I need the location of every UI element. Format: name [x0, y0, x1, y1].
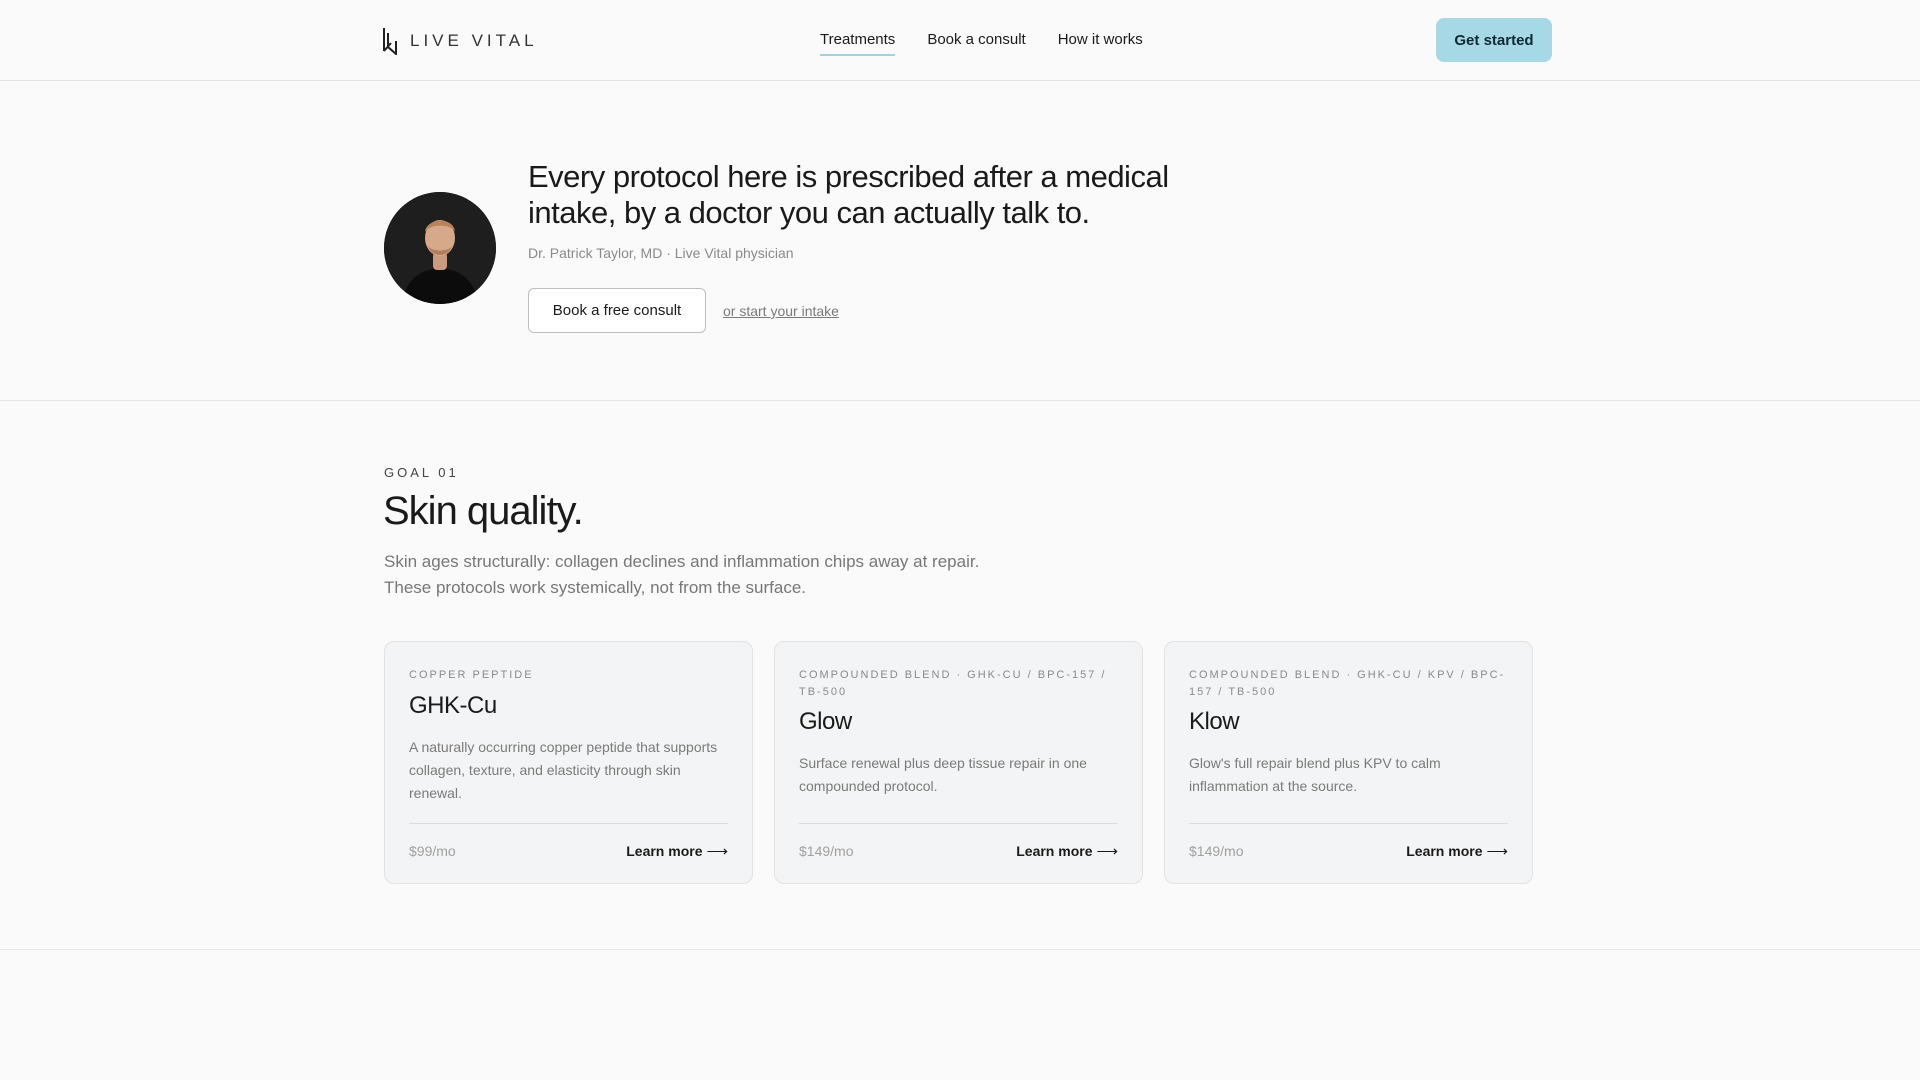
card-description: A naturally occurring copper peptide tha… [409, 739, 718, 801]
learn-more-link[interactable]: Learn more ⟶ [1406, 842, 1508, 860]
hero-section: Every protocol here is prescribed after … [0, 81, 1920, 401]
card-divider [1189, 823, 1508, 824]
card-category: Compounded blend · GHK-Cu / KPV / BPC-15… [1189, 669, 1506, 698]
learn-more-label: Learn more [626, 843, 703, 859]
arrow-right-icon: ⟶ [1096, 843, 1118, 860]
learn-more-link[interactable]: Learn more ⟶ [1016, 842, 1118, 860]
card-divider [799, 823, 1118, 824]
hero-quote: Every protocol here is prescribed after … [528, 159, 1169, 230]
treatment-card-klow[interactable]: Compounded blend · GHK-Cu / KPV / BPC-15… [1164, 641, 1533, 884]
goal-description: Skin ages structurally: collagen decline… [384, 552, 980, 597]
card-description: Surface renewal plus deep tissue repair … [799, 755, 1087, 794]
treatment-card-glow[interactable]: Compounded blend · GHK-Cu / BPC-157 / TB… [774, 641, 1143, 884]
main-nav: Treatments Book a consult How it works [820, 31, 1143, 56]
learn-more-label: Learn more [1016, 843, 1093, 859]
start-intake-link[interactable]: or start your intake [723, 303, 839, 319]
goal-title: Skin quality. [383, 489, 584, 533]
card-description: Glow's full repair blend plus KPV to cal… [1189, 755, 1441, 794]
physician-avatar [384, 192, 496, 304]
arrow-right-icon: ⟶ [706, 843, 728, 860]
card-title: GHK-Cu [409, 692, 497, 719]
card-price: $149/mo [799, 843, 854, 859]
treatment-cards: Copper peptide GHK-Cu A naturally occurr… [384, 641, 1533, 884]
nav-book-consult[interactable]: Book a consult [927, 31, 1025, 56]
card-price: $99/mo [409, 843, 456, 859]
arrow-right-icon: ⟶ [1486, 843, 1508, 860]
learn-more-link[interactable]: Learn more ⟶ [626, 842, 728, 860]
site-header: LIVE VITAL Treatments Book a consult How… [0, 0, 1920, 81]
card-price: $149/mo [1189, 843, 1244, 859]
card-title: Klow [1189, 708, 1240, 735]
card-title: Glow [799, 708, 852, 735]
card-category: Compounded blend · GHK-Cu / BPC-157 / TB… [799, 669, 1107, 698]
goal-eyebrow: GOAL 01 [384, 465, 459, 480]
learn-more-label: Learn more [1406, 843, 1483, 859]
get-started-button[interactable]: Get started [1436, 18, 1552, 62]
physician-portrait-icon [384, 192, 496, 304]
treatment-card-ghk-cu[interactable]: Copper peptide GHK-Cu A naturally occurr… [384, 641, 753, 884]
card-category: Copper peptide [409, 669, 534, 681]
book-free-consult-button[interactable]: Book a free consult [528, 288, 706, 333]
nav-how-it-works[interactable]: How it works [1058, 31, 1143, 56]
brand-logo[interactable]: LIVE VITAL [382, 27, 538, 55]
card-divider [409, 823, 728, 824]
brand-name: LIVE VITAL [410, 31, 538, 50]
nav-treatments[interactable]: Treatments [820, 31, 896, 56]
logo-mark-icon [383, 28, 397, 55]
goal-section: GOAL 01 Skin quality. Skin ages structur… [0, 401, 1920, 950]
physician-attribution: Dr. Patrick Taylor, MD · Live Vital phys… [528, 245, 794, 261]
